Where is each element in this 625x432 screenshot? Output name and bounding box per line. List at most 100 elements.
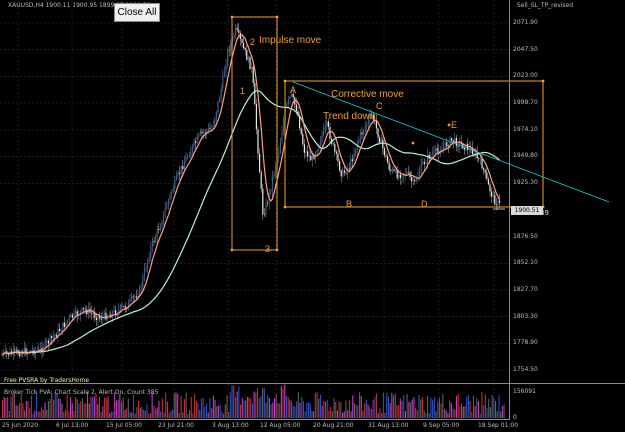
volume-bar	[280, 386, 282, 418]
volume-bar	[476, 398, 478, 418]
volume-bar	[156, 407, 158, 418]
volume-bar	[420, 399, 422, 418]
volume-bar	[382, 392, 384, 418]
candle-body	[31, 350, 33, 351]
volume-bar	[379, 408, 381, 418]
candle-body	[359, 132, 361, 140]
volume-bar	[136, 407, 138, 418]
expert-advisor-name: Sell_SL_TP_revised	[516, 2, 573, 9]
volume-bar	[80, 401, 82, 418]
volume-bar	[160, 411, 162, 418]
volume-bar	[7, 396, 9, 418]
chart-grid	[0, 0, 509, 418]
volume-bar	[478, 401, 480, 418]
trendline	[292, 81, 610, 203]
candle-body	[255, 104, 257, 130]
volume-bar	[330, 406, 332, 418]
candle-body	[211, 128, 213, 129]
candle-body	[209, 128, 211, 129]
candle-body	[355, 149, 357, 154]
candle-body	[129, 299, 131, 303]
volume-bar	[95, 394, 97, 418]
volume-bar	[223, 413, 225, 418]
volume-bar	[59, 398, 61, 418]
candle-body	[278, 152, 280, 158]
pvsra-indicator-label: Free PVSRA by TradersHome	[4, 377, 90, 384]
candle-body	[145, 268, 147, 270]
candle-body	[252, 66, 254, 83]
price-tick-label: 1852.10	[513, 259, 538, 267]
volume-bar	[110, 411, 112, 418]
volume-bar	[377, 413, 379, 418]
candle-body	[247, 57, 249, 60]
volume-bar	[318, 398, 320, 418]
volume-bar	[421, 396, 423, 418]
volume-bar	[30, 395, 32, 418]
candle-body	[164, 208, 166, 213]
volume-bar	[161, 398, 163, 418]
point-c-label: C	[376, 101, 383, 111]
volume-bar	[374, 396, 376, 418]
volume-bar	[175, 392, 177, 418]
volume-bar	[216, 406, 218, 418]
time-tick-label: 25 Jun 2020	[2, 422, 39, 429]
drawn-objects[interactable]	[230, 15, 610, 252]
volume-bar	[226, 395, 228, 418]
volume-bar	[381, 412, 383, 418]
volume-bar	[180, 396, 182, 418]
candle-body	[158, 229, 160, 231]
candle-body	[393, 169, 395, 171]
candle-body	[75, 311, 77, 313]
candle-body	[52, 336, 54, 338]
candle-body	[15, 349, 17, 351]
volume-bar	[209, 398, 211, 418]
volume-bar	[272, 402, 274, 418]
volume-bar	[114, 392, 116, 418]
volume-bar	[311, 410, 313, 418]
volume-bar	[347, 410, 349, 418]
volume-bar	[51, 392, 53, 418]
candle-body	[65, 322, 67, 327]
volume-bar	[149, 413, 151, 418]
candle-body	[334, 144, 336, 152]
candle-body	[236, 27, 238, 30]
candle-body	[319, 141, 321, 146]
volume-bar	[88, 403, 90, 418]
candle-body	[404, 173, 406, 175]
volume-bar	[241, 397, 243, 418]
candle-body	[348, 168, 350, 169]
volume-bar	[155, 408, 157, 418]
volume-bar	[207, 412, 209, 418]
candle-body	[156, 229, 158, 237]
volume-bar	[493, 398, 495, 418]
candle-body	[425, 163, 427, 164]
anchor-point	[230, 15, 234, 19]
volume-bar	[15, 405, 17, 418]
volume-bar	[462, 406, 464, 418]
candle-body	[49, 336, 51, 344]
candle-body	[59, 328, 61, 332]
volume-bar	[297, 392, 299, 418]
candle-body	[273, 172, 275, 177]
volume-bar	[146, 404, 148, 418]
volume-bar	[85, 403, 87, 418]
volume-bar	[469, 401, 471, 418]
volume-bar	[372, 400, 374, 418]
volume-bar	[343, 411, 345, 418]
volume-bar	[238, 386, 240, 418]
candle-body	[443, 146, 445, 149]
volume-bar	[144, 410, 146, 418]
volume-bar	[284, 384, 286, 418]
volume-bar	[338, 401, 340, 418]
candle-body	[196, 136, 198, 143]
volume-bar	[98, 396, 100, 418]
volume-bar	[308, 402, 310, 418]
volume-bar	[262, 387, 264, 418]
candle-body	[337, 153, 339, 162]
candle-body	[171, 191, 173, 195]
candle-body	[497, 200, 499, 205]
price-tick-label: 1778.90	[513, 339, 538, 347]
candle-body	[105, 312, 107, 320]
close-all-button[interactable]: Close All	[114, 3, 160, 22]
volume-bar	[5, 397, 7, 418]
